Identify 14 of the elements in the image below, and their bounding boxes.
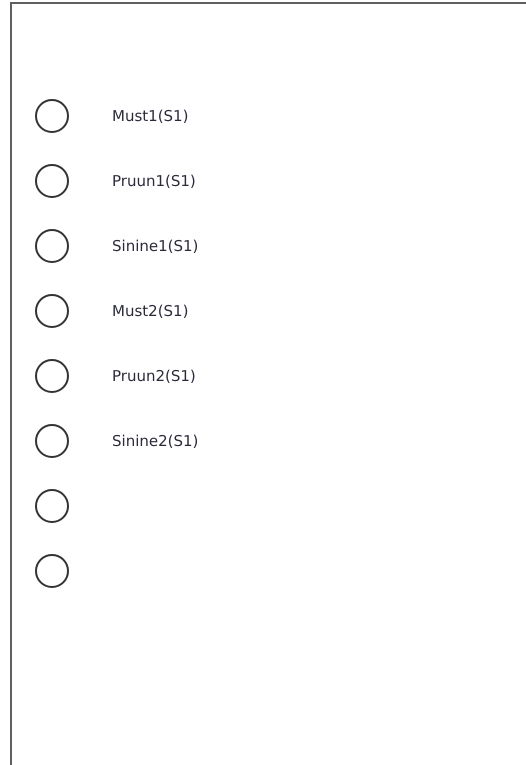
option-label: Sinine1(S1) (112, 236, 198, 254)
radio-button[interactable] (35, 228, 69, 262)
option-label: Pruun2(S1) (112, 366, 196, 384)
radio-button[interactable] (35, 424, 69, 458)
radio-button[interactable] (35, 358, 69, 392)
option-label: Must1(S1) (112, 106, 188, 124)
radio-button[interactable] (35, 554, 69, 588)
option-label: Sinine2(S1) (112, 432, 198, 450)
radio-button[interactable] (35, 98, 69, 132)
option-label: Must2(S1) (112, 302, 188, 320)
radio-button[interactable] (35, 488, 69, 522)
radio-button[interactable] (35, 294, 69, 328)
radio-button[interactable] (35, 164, 69, 198)
option-label: Pruun1(S1) (112, 172, 196, 190)
